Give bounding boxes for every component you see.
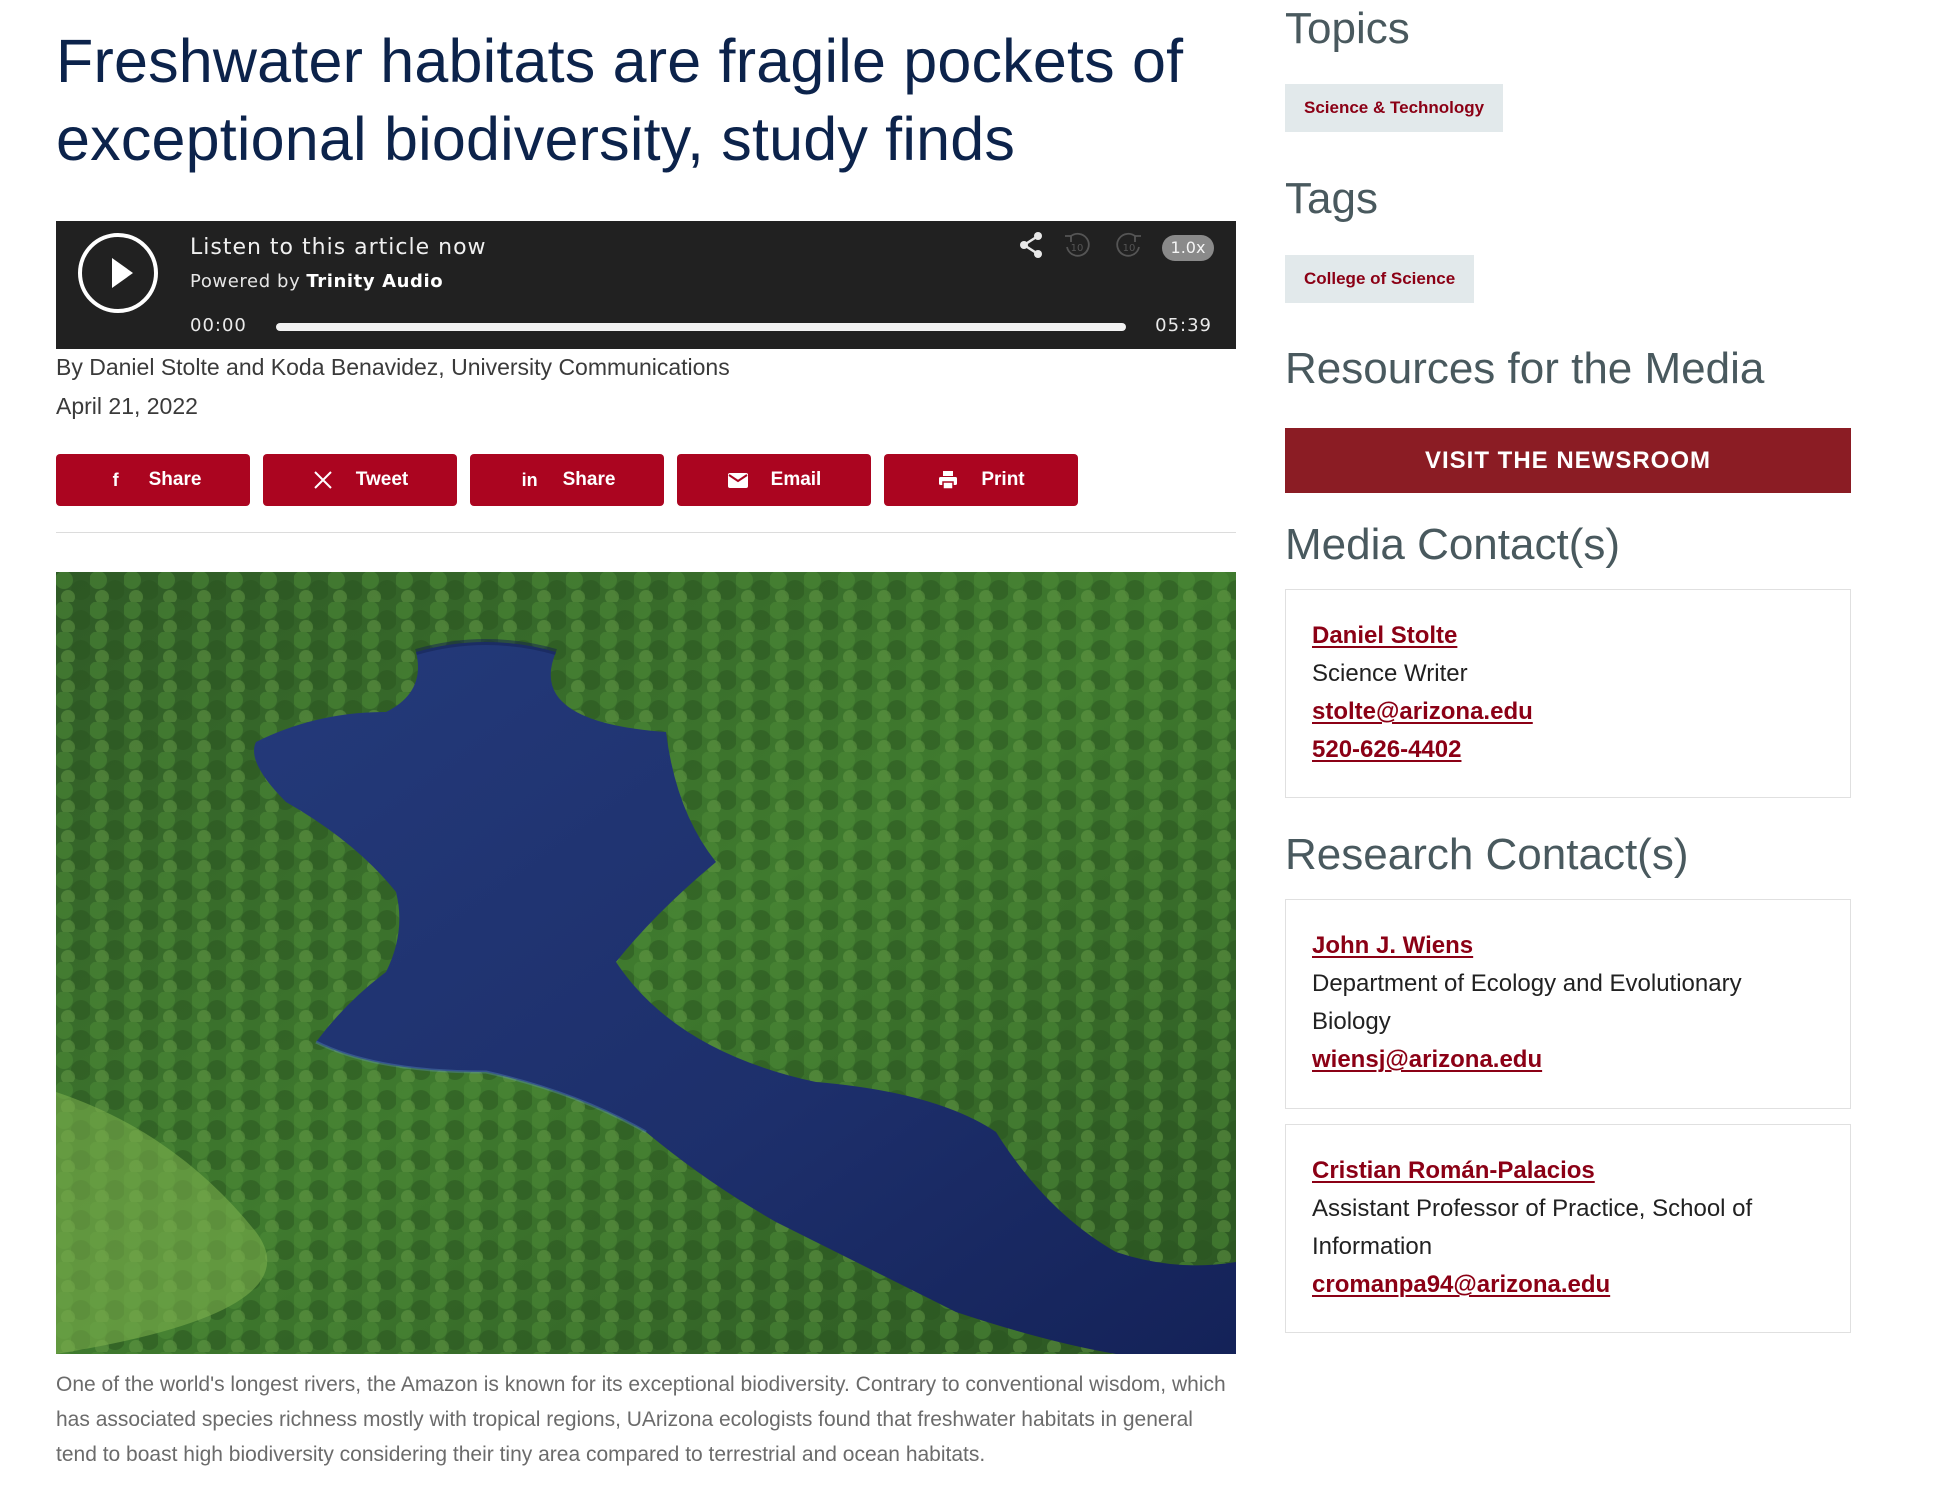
print-button[interactable]: Print: [884, 454, 1078, 506]
forward-label: 10: [1123, 243, 1136, 254]
email-icon: [727, 473, 748, 488]
media-contact-card: Daniel Stolte Science Writer stolte@ariz…: [1285, 589, 1851, 798]
progress-bar[interactable]: [276, 323, 1126, 331]
contact-email-link[interactable]: stolte@arizona.edu: [1312, 693, 1533, 731]
current-time: 00:00: [190, 315, 247, 336]
resources-heading: Resources for the Media: [1285, 344, 1765, 393]
photo-caption: One of the world's longest rivers, the A…: [56, 1373, 1226, 1466]
tags-heading: Tags: [1285, 174, 1378, 223]
print-icon: [939, 471, 958, 490]
share-button-label: Share: [148, 469, 202, 490]
contact-title: Department of Ecology and Evolutionary: [1312, 970, 1742, 997]
share-icon[interactable]: [1018, 231, 1044, 259]
share-button-label: Share: [562, 469, 616, 490]
contact-name-link[interactable]: John J. Wiens: [1312, 927, 1473, 965]
facebook-share-button[interactable]: f Share: [56, 454, 250, 506]
share-button-label: Tweet: [355, 469, 409, 490]
topic-pill[interactable]: Science & Technology: [1285, 84, 1504, 132]
media-contacts-heading: Media Contact(s): [1285, 520, 1621, 569]
share-button-label: Print: [981, 469, 1025, 490]
article-headline: Freshwater habitats are fragile pockets …: [56, 27, 1184, 173]
contact-name-link[interactable]: Cristian Román-Palacios: [1312, 1152, 1595, 1190]
forward-10-icon[interactable]: 10: [1114, 231, 1144, 261]
powered-by: Powered by Trinity Audio: [190, 271, 443, 292]
topics-heading: Topics: [1285, 4, 1410, 53]
duration: 05:39: [1155, 315, 1212, 336]
powered-by-label: Powered by: [190, 271, 301, 292]
research-contact-card: Cristian Román-Palacios Assistant Profes…: [1285, 1124, 1851, 1333]
amazon-river-photo: [56, 572, 1236, 1354]
powered-by-brand: Trinity Audio: [306, 271, 444, 292]
share-buttons: f Share Tweet in Share Email Print: [56, 454, 1078, 506]
rewind-10-icon[interactable]: 10: [1062, 231, 1092, 261]
contact-title: Assistant Professor of Practice, School …: [1312, 1195, 1753, 1222]
share-button-label: Email: [770, 469, 822, 490]
linkedin-share-button[interactable]: in Share: [470, 454, 664, 506]
facebook-icon: f: [112, 469, 119, 490]
contact-email-link[interactable]: cromanpa94@arizona.edu: [1312, 1266, 1610, 1304]
divider: [56, 532, 1236, 533]
linkedin-icon: in: [521, 469, 538, 490]
visit-newsroom-button[interactable]: VISIT THE NEWSROOM: [1285, 428, 1851, 493]
byline: By Daniel Stolte and Koda Benavidez, Uni…: [56, 354, 730, 380]
speed-button[interactable]: 1.0x: [1162, 235, 1214, 261]
contact-phone-link[interactable]: 520-626-4402: [1312, 731, 1461, 769]
contact-title: Information: [1312, 1233, 1433, 1260]
research-contact-card: John J. Wiens Department of Ecology and …: [1285, 899, 1851, 1109]
rewind-label: 10: [1071, 243, 1084, 254]
research-contacts-heading: Research Contact(s): [1285, 830, 1689, 879]
contact-title: Biology: [1312, 1008, 1391, 1035]
x-twitter-icon: [314, 471, 332, 489]
publish-date: April 21, 2022: [56, 393, 198, 419]
tag-pill[interactable]: College of Science: [1285, 255, 1475, 303]
tweet-button[interactable]: Tweet: [263, 454, 457, 506]
contact-email-link[interactable]: wiensj@arizona.edu: [1312, 1041, 1542, 1079]
audio-player: Listen to this article now Powered by Tri…: [56, 221, 1236, 349]
contact-title: Science Writer: [1312, 660, 1468, 687]
contact-name-link[interactable]: Daniel Stolte: [1312, 617, 1457, 655]
play-icon: [112, 258, 133, 288]
email-share-button[interactable]: Email: [677, 454, 871, 506]
play-button[interactable]: [78, 233, 158, 313]
listen-text: Listen to this article now: [190, 235, 487, 260]
